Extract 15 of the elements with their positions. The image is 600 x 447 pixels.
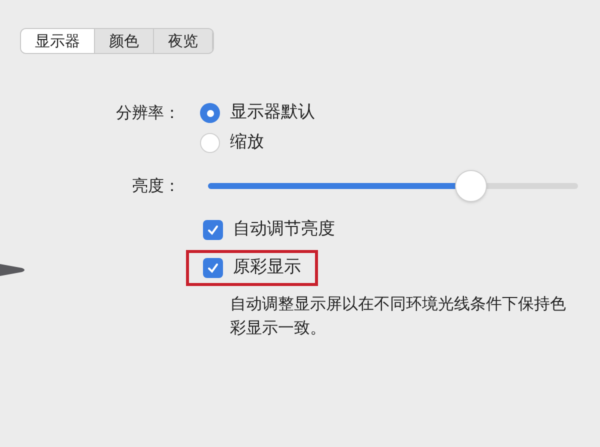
checkmark-icon — [206, 223, 220, 237]
description: 自动调整显示屏以在不同环境光线条件下保持色彩显示一致。 — [230, 293, 567, 339]
radio-button[interactable] — [200, 133, 220, 153]
brightness-label: 亮度： — [131, 175, 180, 197]
radio-button[interactable] — [200, 103, 220, 123]
checkmark-icon — [206, 261, 220, 275]
tab[interactable]: 显示器 — [21, 29, 95, 53]
checkbox-label: 原彩显示 — [233, 256, 301, 280]
checkbox[interactable] — [203, 258, 223, 278]
resolution-label: 分辨率： — [115, 102, 180, 124]
checkbox[interactable] — [203, 220, 223, 240]
slider-thumb[interactable] — [454, 170, 487, 202]
radio-label: 缩放 — [230, 131, 264, 154]
checkbox-label: 自动调节亮度 — [233, 218, 335, 242]
radio-label: 显示器默认 — [230, 101, 315, 124]
